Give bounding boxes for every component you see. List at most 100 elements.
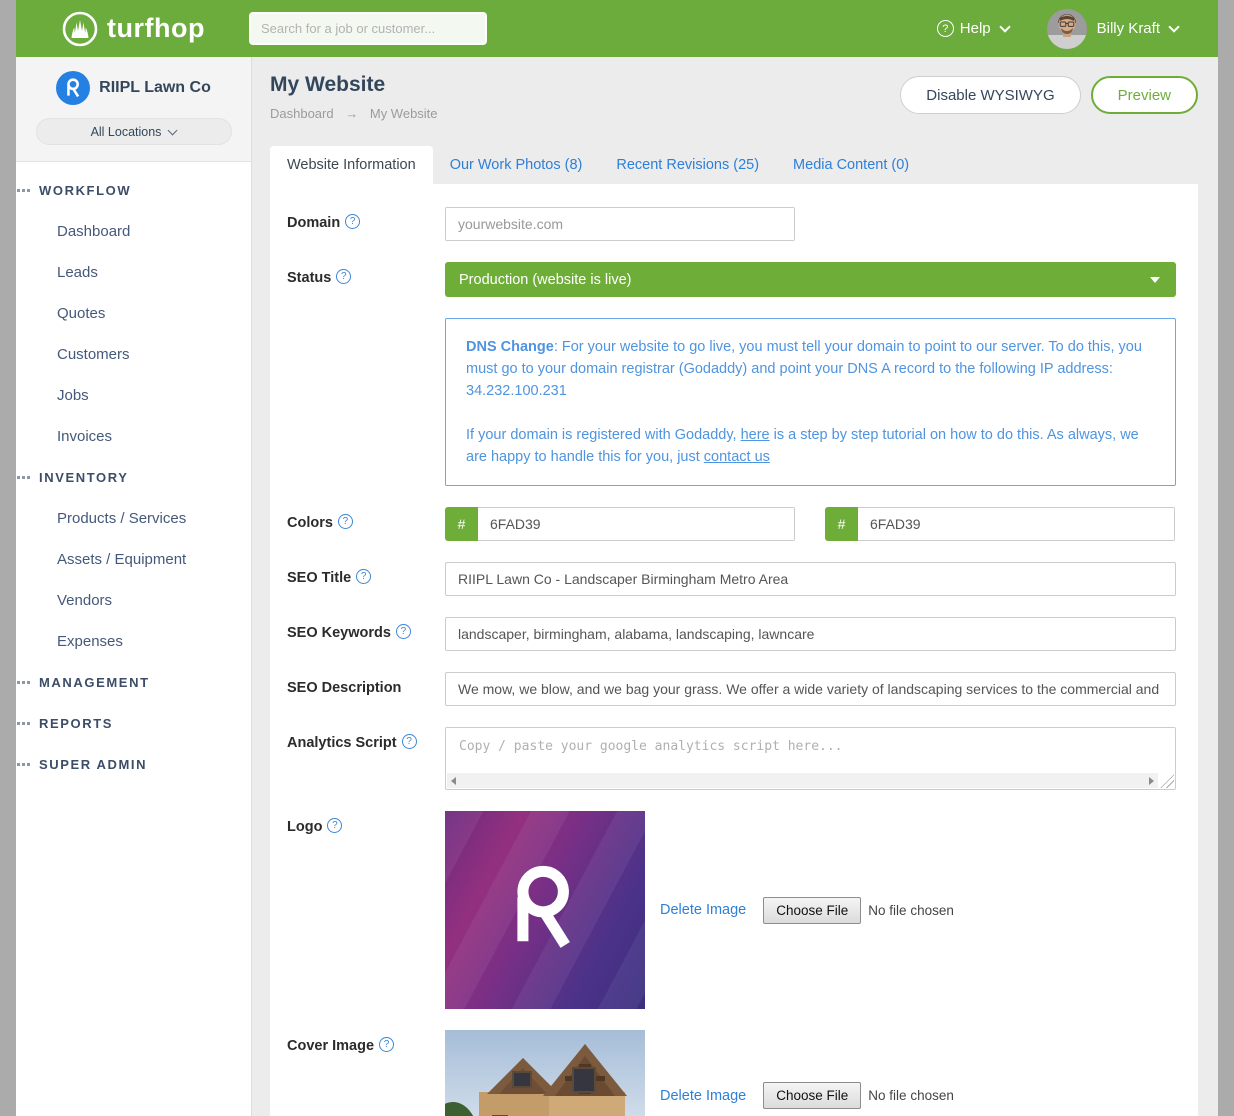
help-menu[interactable]: ? Help xyxy=(937,20,1009,37)
analytics-placeholder: Copy / paste your google analytics scrip… xyxy=(459,739,843,754)
dns-notice-row: DNS Change: For your website to go live,… xyxy=(287,318,1176,486)
logo-no-file-text: No file chosen xyxy=(868,903,954,918)
page-title: My Website xyxy=(270,73,438,97)
seo-title-label: SEO Title? xyxy=(287,562,445,596)
sidebar-item-expenses[interactable]: Expenses xyxy=(16,621,251,662)
breadcrumb-arrow-icon: → xyxy=(345,106,358,121)
cover-image-label: Cover Image? xyxy=(287,1030,445,1055)
analytics-script-textarea[interactable]: Copy / paste your google analytics scrip… xyxy=(445,727,1176,790)
company-name: RIIPL Lawn Co xyxy=(99,79,211,97)
colors-row: Colors? # # xyxy=(287,507,1176,541)
secondary-color-input[interactable] xyxy=(858,507,1175,541)
main-content: My Website Dashboard → My Website Disabl… xyxy=(252,57,1218,1116)
domain-help-icon[interactable]: ? xyxy=(345,214,360,229)
app-window: turfhop ? Help Billy Kraft xyxy=(16,0,1218,1116)
seo-keywords-input[interactable] xyxy=(445,617,1176,651)
cover-no-file-text: No file chosen xyxy=(868,1088,954,1103)
breadcrumb: Dashboard → My Website xyxy=(270,106,438,121)
status-row: Status? Production (website is live) xyxy=(287,262,1176,297)
seo-title-input[interactable] xyxy=(445,562,1176,596)
disable-wysiwyg-button[interactable]: Disable WYSIWYG xyxy=(900,76,1080,114)
analytics-help-icon[interactable]: ? xyxy=(402,734,417,749)
all-locations-dropdown[interactable]: All Locations xyxy=(36,118,232,145)
seo-description-row: SEO Description xyxy=(287,672,1176,706)
search-input[interactable] xyxy=(249,12,487,45)
website-information-panel: Domain? Status? Production (website is l… xyxy=(270,184,1198,1116)
company-row: RIIPL Lawn Co xyxy=(16,71,251,105)
status-label: Status? xyxy=(287,262,445,297)
avatar-image xyxy=(1047,9,1087,49)
sidebar-item-products-services[interactable]: Products / Services xyxy=(16,498,251,539)
top-header: turfhop ? Help Billy Kraft xyxy=(16,0,1218,57)
contact-us-link[interactable]: contact us xyxy=(704,449,770,465)
status-select[interactable]: Production (website is live) xyxy=(445,262,1176,297)
turfhop-logo[interactable]: turfhop xyxy=(62,11,205,47)
seo-keywords-label: SEO Keywords? xyxy=(287,617,445,651)
logo-help-icon[interactable]: ? xyxy=(327,818,342,833)
secondary-color-group: # xyxy=(825,507,1175,541)
analytics-script-label: Analytics Script? xyxy=(287,727,445,790)
sidebar-company-block: RIIPL Lawn Co All Locations xyxy=(16,57,251,162)
colors-label: Colors? xyxy=(287,507,445,541)
hash-prefix: # xyxy=(445,507,478,541)
scroll-left-icon[interactable] xyxy=(451,777,456,785)
sidebar-item-jobs[interactable]: Jobs xyxy=(16,375,251,416)
tab-recent-revisions[interactable]: Recent Revisions (25) xyxy=(599,146,776,184)
dns-change-notice: DNS Change: For your website to go live,… xyxy=(445,318,1176,486)
sidebar-item-invoices[interactable]: Invoices xyxy=(16,416,251,457)
hash-prefix: # xyxy=(825,507,858,541)
resize-grip-icon[interactable] xyxy=(1160,774,1174,788)
logo-image xyxy=(445,811,645,1009)
seo-title-help-icon[interactable]: ? xyxy=(356,569,371,584)
tab-website-information[interactable]: Website Information xyxy=(270,146,433,184)
logo-choose-file-button[interactable]: Choose File xyxy=(763,897,861,924)
grass-logo-icon xyxy=(62,11,98,47)
sidebar-section-management[interactable]: MANAGEMENT xyxy=(16,662,251,703)
sidebar-item-quotes[interactable]: Quotes xyxy=(16,293,251,334)
sidebar-section-super-admin[interactable]: SUPER ADMIN xyxy=(16,744,251,785)
sidebar-item-dashboard[interactable]: Dashboard xyxy=(16,211,251,252)
sidebar-section-reports[interactable]: REPORTS xyxy=(16,703,251,744)
help-icon: ? xyxy=(937,20,954,37)
scroll-right-icon[interactable] xyxy=(1149,777,1154,785)
status-help-icon[interactable]: ? xyxy=(336,269,351,284)
select-caret-icon xyxy=(1150,277,1160,283)
analytics-script-row: Analytics Script? Copy / paste your goog… xyxy=(287,727,1176,790)
section-dashes-icon xyxy=(17,681,30,684)
user-chevron-down-icon[interactable] xyxy=(1168,21,1179,32)
logo-delete-image-link[interactable]: Delete Image xyxy=(660,902,746,918)
cover-image-row: Cover Image? xyxy=(287,1030,1176,1116)
sidebar-nav: WORKFLOW Dashboard Leads Quotes Customer… xyxy=(16,162,251,785)
cover-delete-image-link[interactable]: Delete Image xyxy=(660,1088,746,1104)
primary-color-group: # xyxy=(445,507,795,541)
tab-our-work-photos[interactable]: Our Work Photos (8) xyxy=(433,146,600,184)
sidebar-item-vendors[interactable]: Vendors xyxy=(16,580,251,621)
section-dashes-icon xyxy=(17,722,30,725)
seo-keywords-row: SEO Keywords? xyxy=(287,617,1176,651)
godaddy-tutorial-link[interactable]: here xyxy=(741,427,770,443)
domain-row: Domain? xyxy=(287,207,1176,241)
sidebar-item-customers[interactable]: Customers xyxy=(16,334,251,375)
user-avatar[interactable] xyxy=(1047,9,1087,49)
sidebar-item-assets-equipment[interactable]: Assets / Equipment xyxy=(16,539,251,580)
seo-description-input[interactable] xyxy=(445,672,1176,706)
seo-keywords-help-icon[interactable]: ? xyxy=(396,624,411,639)
sidebar-item-leads[interactable]: Leads xyxy=(16,252,251,293)
cover-choose-file-button[interactable]: Choose File xyxy=(763,1082,861,1109)
chevron-down-icon xyxy=(168,125,178,135)
colors-help-icon[interactable]: ? xyxy=(338,514,353,529)
company-logo-icon xyxy=(56,71,90,105)
cover-help-icon[interactable]: ? xyxy=(379,1037,394,1052)
cover-image xyxy=(445,1030,645,1116)
breadcrumb-dashboard[interactable]: Dashboard xyxy=(270,106,334,121)
all-locations-label: All Locations xyxy=(91,125,162,139)
breadcrumb-current: My Website xyxy=(370,106,438,121)
preview-button[interactable]: Preview xyxy=(1091,76,1198,114)
user-name[interactable]: Billy Kraft xyxy=(1097,20,1160,37)
primary-color-input[interactable] xyxy=(478,507,795,541)
horizontal-scrollbar[interactable] xyxy=(447,773,1158,788)
domain-input[interactable] xyxy=(445,207,795,241)
tab-media-content[interactable]: Media Content (0) xyxy=(776,146,926,184)
seo-description-label: SEO Description xyxy=(287,672,445,706)
section-dashes-icon xyxy=(17,189,30,192)
